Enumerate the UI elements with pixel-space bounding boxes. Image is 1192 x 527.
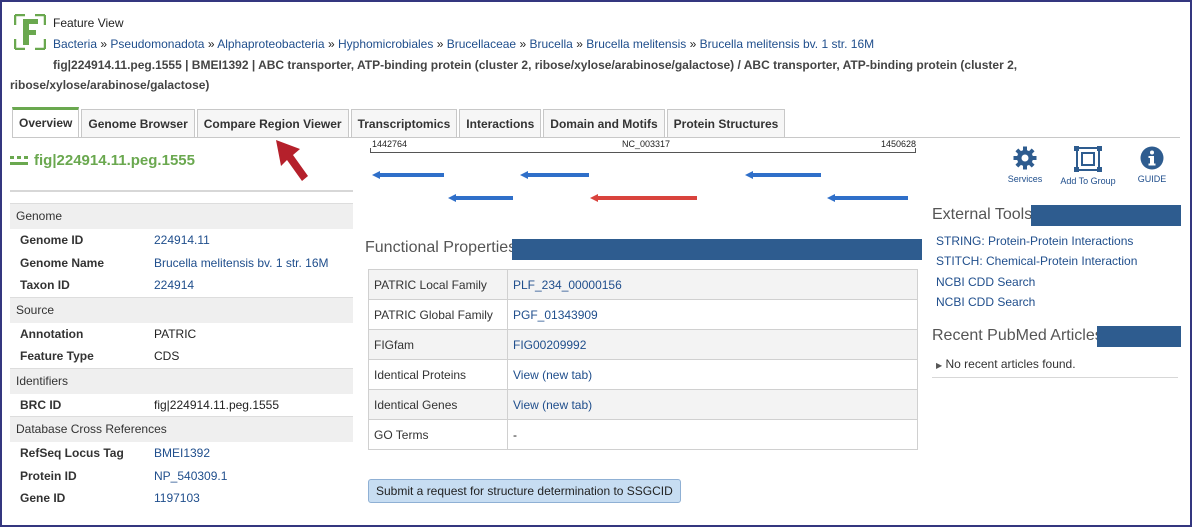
detail-row: RefSeq Locus Tag BMEI1392 [20,446,211,460]
tab-bar: Overview Genome Browser Compare Region V… [12,107,787,137]
focus-gene-arrow[interactable] [590,194,697,202]
section-header-source: Source [10,296,353,323]
view-label: Feature View [53,16,124,30]
table-row: PATRIC Global Family PGF_01343909 [368,299,918,330]
gene-arrow[interactable] [827,194,908,202]
protein-id-link[interactable]: NP_540309.1 [154,469,227,483]
pubmed-empty-message: ▶ No recent articles found. [936,357,1076,371]
gene-arrow[interactable] [520,171,589,179]
identical-proteins-link[interactable]: View (new tab) [513,368,592,382]
section-header-identifiers: Identifiers [10,367,353,394]
external-tools-bar [1031,205,1181,226]
feature-heading: fig|224914.11.peg.1555 [10,152,195,169]
pubmed-title: Recent PubMed Articles [932,327,1103,344]
table-row: Identical Proteins View (new tab) [368,359,918,390]
refseq-locus-link[interactable]: BMEI1392 [154,446,210,460]
breadcrumb-item[interactable]: Brucella melitensis bv. 1 str. 16M [700,37,875,51]
functional-properties-title: Functional Properties [365,239,517,257]
ssgcid-request-button[interactable]: Submit a request for structure determina… [368,479,681,503]
stitch-link[interactable]: STITCH: Chemical-Protein Interaction [936,254,1137,268]
detail-row: Taxon ID 224914 [20,278,195,292]
breadcrumb-item[interactable]: Alphaproteobacteria [217,37,324,51]
functional-properties-bar [512,239,922,260]
gene-arrow[interactable] [372,171,444,179]
add-to-group-button[interactable]: Add To Group [1058,146,1118,186]
gene-tracks [372,171,908,202]
table-row: Identical Genes View (new tab) [368,389,918,420]
guide-button[interactable]: GUIDE [1134,146,1170,184]
triangle-right-icon: ▶ [936,361,943,370]
pgf-link[interactable]: PGF_01343909 [513,308,598,322]
external-tools-title: External Tools [932,206,1033,223]
figfam-link[interactable]: FIG00209992 [513,338,586,352]
tab-protein-structures[interactable]: Protein Structures [666,109,786,137]
tab-compare-region-viewer[interactable]: Compare Region Viewer [196,109,349,137]
table-row: PATRIC Local Family PLF_234_00000156 [368,269,918,300]
info-icon [1140,146,1164,170]
breadcrumb-item[interactable]: Brucellaceae [447,37,516,51]
detail-row: Feature Type CDS [10,345,353,368]
feature-logo-icon [14,14,46,50]
gear-icon [1013,146,1037,170]
tab-overview[interactable]: Overview [12,107,80,137]
tab-genome-browser[interactable]: Genome Browser [81,109,195,137]
pointer-arrow-icon [276,140,308,181]
detail-row: Genome Name Brucella melitensis bv. 1 str… [20,255,329,270]
detail-row: Protein ID NP_540309.1 [20,468,228,483]
gene-arrow[interactable] [448,194,513,202]
breadcrumb-item[interactable]: Brucella melitensis [586,37,686,51]
heading-divider [10,190,353,192]
feature-details-panel: Genome Genome ID 224914.11 Genome Name Bru… [10,203,353,510]
breadcrumb: Bacteria » Pseudomonadota » Alphaproteob… [53,37,875,51]
brc-id-value: fig|224914.11.peg.1555 [154,397,280,412]
detail-row: Gene ID 1197103 [20,491,200,505]
gene-id-link[interactable]: 1197103 [154,491,200,505]
page-title-line-1: fig|224914.11.peg.1555 | BMEI1392 | ABC … [53,58,1018,72]
region-viewer[interactable]: 1442764 NC_003317 1450628 [370,138,918,208]
genome-id-link[interactable]: 224914.11 [154,233,210,247]
breadcrumb-item[interactable]: Hyphomicrobiales [338,37,433,51]
tab-transcriptomics[interactable]: Transcriptomics [350,109,458,137]
feature-group-icon [10,155,28,165]
tab-domain-and-motifs[interactable]: Domain and Motifs [543,109,665,137]
feature-type-value: CDS [154,349,180,363]
table-row: FIGfam FIG00209992 [368,329,918,360]
section-header-genome: Genome [10,203,353,229]
string-link[interactable]: STRING: Protein-Protein Interactions [936,234,1133,248]
annotation-value: PATRIC [154,326,197,341]
breadcrumb-item[interactable]: Pseudomonadota [110,37,204,51]
genome-name-link[interactable]: Brucella melitensis bv. 1 str. 16M [154,256,329,270]
feature-id: fig|224914.11.peg.1555 [34,152,195,169]
breadcrumb-item[interactable]: Brucella [529,37,572,51]
detail-row: Genome ID 224914.11 [20,233,210,247]
ncbi-cdd-link[interactable]: NCBI CDD Search [936,275,1035,289]
gene-arrow[interactable] [745,171,821,179]
services-button[interactable]: Services [1003,146,1047,184]
plf-link[interactable]: PLF_234_00000156 [513,278,622,292]
pubmed-divider [932,377,1178,378]
go-terms-value: - [507,419,918,450]
add-to-group-icon [1074,146,1102,172]
table-row: GO Terms - [368,419,918,450]
detail-row: Annotation PATRIC [10,323,353,346]
identical-genes-link[interactable]: View (new tab) [513,398,592,412]
breadcrumb-item[interactable]: Bacteria [53,37,97,51]
functional-properties-table: PATRIC Local Family PLF_234_00000156 PATR… [368,269,918,450]
section-header-cross-references: Database Cross References [10,416,353,442]
detail-row: BRC ID fig|224914.11.peg.1555 [10,394,353,417]
pubmed-bar [1097,326,1181,347]
ncbi-cdd-link-2[interactable]: NCBI CDD Search [936,295,1035,309]
tab-interactions[interactable]: Interactions [459,109,542,137]
page-title-line-2: ribose/xylose/arabinose/galactose) [10,78,210,92]
taxon-id-link[interactable]: 224914 [154,278,194,292]
